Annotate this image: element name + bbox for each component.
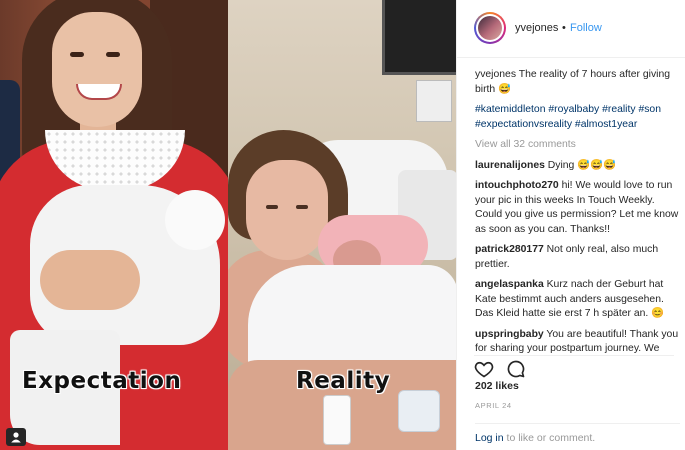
hashtags[interactable]: #katemiddleton #royalbaby #reality #son … <box>475 103 680 132</box>
baby-bonnet <box>165 190 225 250</box>
woman-face <box>246 160 328 260</box>
comment: angelaspanka Kurz nach der Geburt hat Ka… <box>475 278 680 322</box>
comment: laurenalijones Dying 😅😅😅 <box>475 159 680 174</box>
header-separator: • <box>562 22 566 34</box>
comment: upspringbaby You are beautiful! Thank yo… <box>475 328 680 358</box>
hospital-tv <box>382 0 456 75</box>
comment-text: Dying 😅😅😅 <box>547 159 617 171</box>
woman-hand <box>40 250 140 310</box>
login-link[interactable]: Log in <box>475 432 504 444</box>
post-actions <box>474 355 674 378</box>
view-all-comments-link[interactable]: View all 32 comments <box>475 138 680 153</box>
expectation-caption: Expectation <box>22 368 182 394</box>
comment-username[interactable]: laurenalijones <box>475 160 545 171</box>
comment-username[interactable]: angelaspanka <box>475 279 544 290</box>
woman-eye <box>266 205 278 209</box>
woman-face <box>52 12 142 127</box>
iv-line <box>398 390 440 432</box>
heart-icon[interactable] <box>474 359 494 379</box>
reality-photo: Reality <box>228 0 456 450</box>
login-prompt-text: to like or comment. <box>503 432 596 444</box>
woman-eye <box>296 205 308 209</box>
post-header: yvejones • Follow <box>457 0 685 58</box>
comment-username[interactable]: intouchphoto270 <box>475 180 559 191</box>
hospital-wristband <box>323 395 351 445</box>
comment-username[interactable]: upspringbaby <box>475 329 544 340</box>
comments-list: yvejones The reality of 7 hours after gi… <box>475 68 680 364</box>
user-tag-icon[interactable] <box>6 428 26 446</box>
post-sidebar: yvejones • Follow yvejones The reality o… <box>456 0 685 450</box>
comment-bubble-icon[interactable] <box>506 359 526 379</box>
caption-username[interactable]: yvejones <box>475 69 516 80</box>
avatar-image <box>478 16 502 40</box>
login-prompt: Log in to like or comment. <box>475 423 680 444</box>
post-caption: yvejones The reality of 7 hours after gi… <box>475 68 680 97</box>
expectation-photo: Expectation <box>0 0 228 450</box>
woman-eye <box>106 52 120 57</box>
likes-count[interactable]: 202 likes <box>475 380 519 392</box>
header-username[interactable]: yvejones <box>515 22 558 34</box>
comment-username[interactable]: patrick280177 <box>475 244 544 255</box>
post-date: APRIL 24 <box>475 401 512 410</box>
comment: patrick280177 Not only real, also much p… <box>475 243 680 272</box>
reality-caption: Reality <box>296 368 391 394</box>
wall-outlet <box>416 80 452 122</box>
woman-eye <box>70 52 84 57</box>
follow-button[interactable]: Follow <box>570 22 602 34</box>
avatar[interactable] <box>474 12 506 44</box>
comment: intouchphoto270 hi! We would love to run… <box>475 179 680 237</box>
